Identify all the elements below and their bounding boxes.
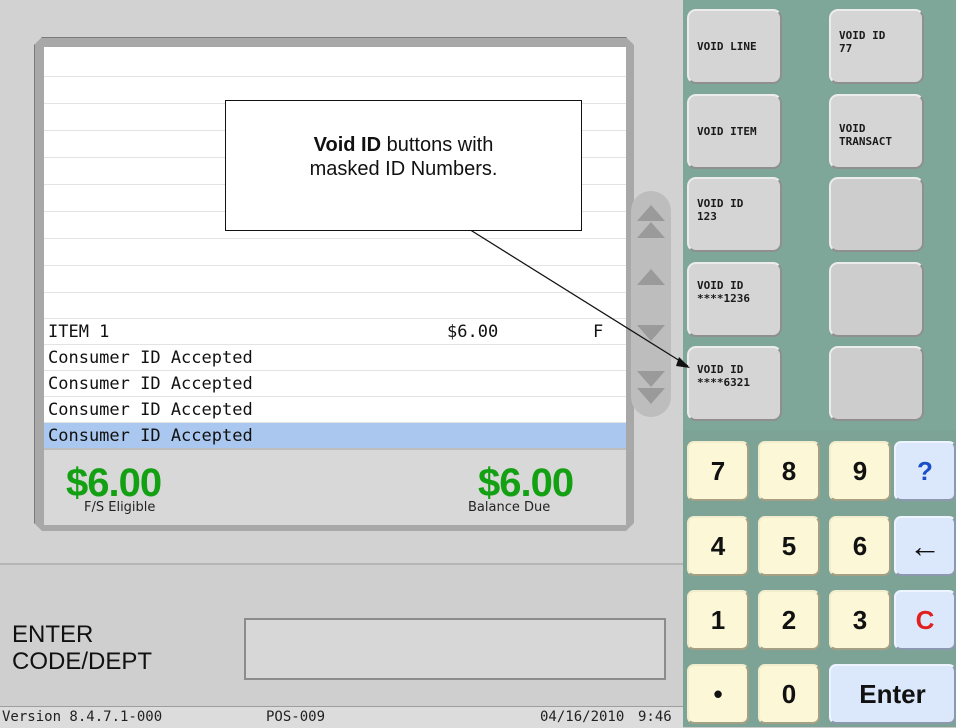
void-id-6321-button[interactable]: VOID ID ****6321 (687, 346, 782, 421)
balance-due-label: Balance Due (468, 500, 551, 515)
void-id-123-button[interactable]: VOID ID 123 (687, 177, 782, 252)
line-description: Consumer ID Accepted (48, 374, 253, 394)
numeric-keypad: 7 8 9 ? 4 5 6 ← 1 2 3 C • 0 Enter (683, 430, 956, 727)
journal-rule (44, 265, 626, 266)
void-transact-button[interactable]: VOID TRANSACT (829, 94, 924, 169)
journal-rule (44, 292, 626, 293)
function-panel: VOID LINE VOID ID 77 VOID ITEM VOID TRAN… (683, 0, 956, 727)
line-description: ITEM 1 (48, 322, 110, 342)
void-id-77-button[interactable]: VOID ID 77 (829, 9, 924, 84)
line-description: Consumer ID Accepted (48, 400, 253, 420)
totals-bar: $6.00 F/S Eligible $6.00 Balance Due (44, 448, 626, 525)
journal-rule (44, 238, 626, 239)
blank-function-button[interactable] (829, 177, 924, 252)
annotation-callout: Void ID buttons with masked ID Numbers. (225, 100, 582, 231)
key-5[interactable]: 5 (758, 516, 820, 576)
status-time: 9:46 (638, 709, 672, 725)
line-price: $6.00 (447, 322, 499, 342)
double-down-arrow-icon (637, 370, 665, 404)
help-key[interactable]: ? (894, 441, 956, 501)
receipt-line[interactable]: ITEM 1 $6.00 F (44, 318, 626, 345)
double-up-arrow-icon (637, 204, 665, 238)
scroll-top-button[interactable] (631, 193, 671, 249)
line-description: Consumer ID Accepted (48, 348, 253, 368)
callout-text: Void ID buttons with masked ID Numbers. (310, 133, 498, 199)
key-8[interactable]: 8 (758, 441, 820, 501)
line-description: Consumer ID Accepted (48, 426, 253, 446)
blank-function-button[interactable] (829, 262, 924, 337)
key-3[interactable]: 3 (829, 590, 891, 650)
receipt-line[interactable]: Consumer ID Accepted (44, 396, 626, 423)
key-1[interactable]: 1 (687, 590, 749, 650)
status-bar: Version 8.4.7.1-000 POS-009 04/16/2010 9… (0, 706, 683, 728)
scroll-bottom-button[interactable] (631, 359, 671, 415)
entry-area: ENTER CODE/DEPT (0, 563, 683, 708)
void-item-button[interactable]: VOID ITEM (687, 94, 782, 169)
up-arrow-icon (637, 269, 665, 285)
scroll-up-button[interactable] (631, 249, 671, 305)
key-2[interactable]: 2 (758, 590, 820, 650)
status-date: 04/16/2010 (540, 709, 625, 725)
line-flag: F (593, 322, 604, 342)
key-6[interactable]: 6 (829, 516, 891, 576)
fs-eligible-amount: $6.00 (66, 461, 162, 505)
void-id-1236-button[interactable]: VOID ID ****1236 (687, 262, 782, 337)
backspace-key[interactable]: ← (894, 516, 956, 576)
receipt-line-selected[interactable]: Consumer ID Accepted (44, 422, 626, 449)
receipt-line[interactable]: Consumer ID Accepted (44, 370, 626, 397)
receipt-panel: ITEM 1 $6.00 F Consumer ID Accepted Cons… (0, 0, 683, 563)
key-4[interactable]: 4 (687, 516, 749, 576)
down-arrow-icon (637, 325, 665, 341)
terminal-id: POS-009 (266, 709, 326, 725)
receipt-line[interactable]: Consumer ID Accepted (44, 344, 626, 371)
key-7[interactable]: 7 (687, 441, 749, 501)
key-9[interactable]: 9 (829, 441, 891, 501)
callout-bold: Void ID (313, 133, 382, 156)
fs-eligible-label: F/S Eligible (84, 500, 156, 515)
decimal-key[interactable]: • (687, 664, 749, 724)
journal-rule (44, 76, 626, 77)
void-line-button[interactable]: VOID LINE (687, 9, 782, 84)
balance-due-amount: $6.00 (478, 461, 574, 505)
key-0[interactable]: 0 (758, 664, 820, 724)
journal-scrollbar[interactable] (631, 191, 671, 417)
blank-function-button[interactable] (829, 346, 924, 421)
entry-prompt: ENTER CODE/DEPT (12, 621, 153, 675)
clear-key[interactable]: C (894, 590, 956, 650)
code-dept-input[interactable] (244, 618, 666, 680)
scroll-down-button[interactable] (631, 305, 671, 361)
version-text: Version 8.4.7.1-000 (2, 709, 163, 725)
enter-key[interactable]: Enter (829, 664, 956, 724)
